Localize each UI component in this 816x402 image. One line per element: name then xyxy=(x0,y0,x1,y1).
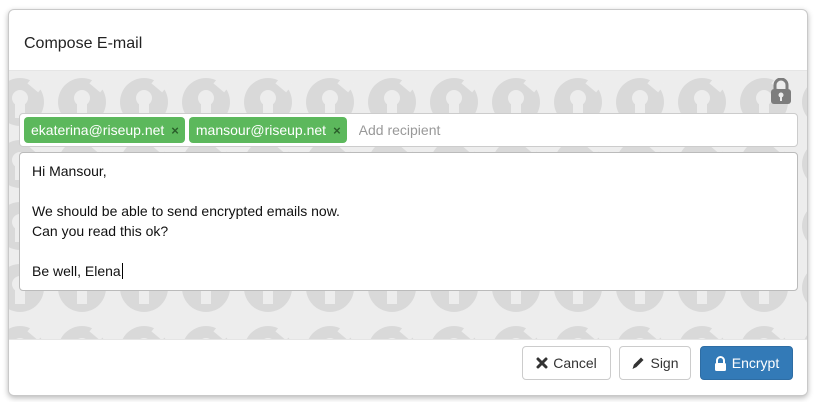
remove-recipient-icon[interactable]: × xyxy=(333,123,341,138)
message-line: We should be able to send encrypted emai… xyxy=(32,203,340,219)
lock-icon[interactable] xyxy=(770,77,792,105)
message-line xyxy=(32,241,785,261)
dialog-header: Compose E-mail xyxy=(9,10,807,71)
message-line: Can you read this ok? xyxy=(32,223,169,239)
encrypt-label: Encrypt xyxy=(731,355,780,371)
dialog-body: ekaterina@riseup.net × mansour@riseup.ne… xyxy=(9,71,807,341)
dialog-title: Compose E-mail xyxy=(24,35,143,52)
encrypt-button[interactable]: Encrypt xyxy=(700,346,793,380)
message-line: Hi Mansour, xyxy=(32,163,107,179)
sign-button[interactable]: Sign xyxy=(619,346,691,380)
recipient-tag: mansour@riseup.net × xyxy=(188,117,347,143)
pencil-icon xyxy=(631,356,645,370)
remove-recipient-icon[interactable]: × xyxy=(171,123,179,138)
cancel-button[interactable]: Cancel xyxy=(522,346,611,380)
message-body-editor[interactable]: Hi Mansour, We should be able to send en… xyxy=(19,152,798,291)
sign-label: Sign xyxy=(650,355,679,371)
recipient-email: ekaterina@riseup.net xyxy=(31,122,165,138)
lock-icon xyxy=(714,355,727,371)
message-last-line: Be well, Elena xyxy=(32,261,785,281)
cancel-label: Cancel xyxy=(553,355,597,371)
message-line xyxy=(32,181,785,201)
add-recipient-input[interactable] xyxy=(356,121,657,139)
recipients-field[interactable]: ekaterina@riseup.net × mansour@riseup.ne… xyxy=(19,113,798,147)
recipient-email: mansour@riseup.net xyxy=(195,122,327,138)
text-caret xyxy=(121,263,123,279)
recipient-tag: ekaterina@riseup.net × xyxy=(24,117,185,143)
message-line: Be well, Elena xyxy=(32,263,121,279)
compose-dialog: Compose E-mail ekaterina@riseup.net × ma… xyxy=(8,9,808,396)
dialog-footer: Cancel Sign Encrypt xyxy=(9,339,807,395)
close-icon xyxy=(536,357,548,369)
